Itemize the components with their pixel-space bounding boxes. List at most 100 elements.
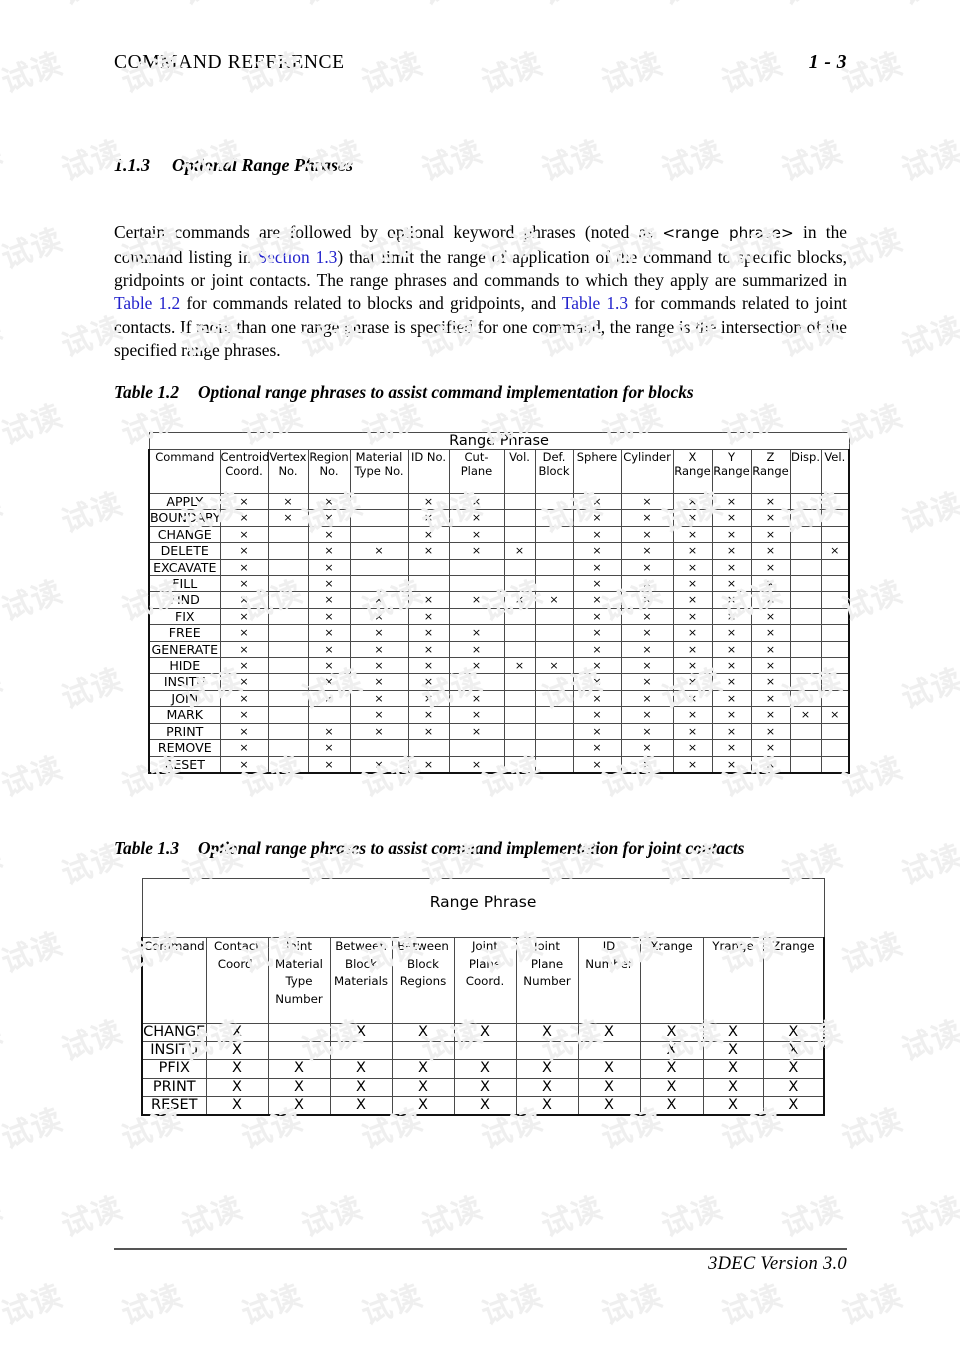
support-mark-cell: X [267,1077,331,1097]
command-name-cell: DELETE [148,542,221,560]
support-mark-cell: X [267,1059,331,1079]
support-mark-cell: × [711,525,752,544]
support-mark-cell: × [620,706,674,724]
empty-cell [267,689,309,708]
support-mark-cell: X [205,1022,269,1043]
column-header-command: Command [148,449,221,494]
support-mark-cell: X [453,1095,517,1116]
empty-cell [820,509,851,527]
empty-cell [534,492,574,511]
support-mark-cell: × [672,542,713,560]
support-mark-cell: × [407,624,450,642]
support-mark-cell: × [349,689,409,708]
empty-cell [534,525,574,544]
table-row: EXCAVATE × × × × × × × [148,558,851,577]
support-mark-cell: × [572,722,622,741]
empty-cell [503,575,536,593]
support-mark-cell: × [307,525,351,544]
table-1-2-body: APPLY × × × × × × × × × × BOUNDARY × × × × × × × × × × CHANGE ×… [148,492,851,774]
column-header-line: Joint [533,939,561,953]
empty-cell [503,509,536,527]
column-header-line: Range [674,464,711,479]
support-mark-cell: X [762,1022,826,1043]
support-mark-cell: × [672,722,713,741]
support-mark-cell: × [572,558,622,577]
table-1-3: Range Phrase Command Contact Coord. Joint Ma… [141,878,826,1117]
support-mark-cell: × [503,591,536,609]
link-table-1-2[interactable]: Table 1.2 [114,293,180,313]
empty-cell [534,542,574,560]
support-mark-cell: × [620,607,674,626]
command-name-cell: RESET [148,755,221,774]
support-mark-cell: × [572,755,622,774]
support-mark-cell: × [349,591,409,609]
support-mark-cell: × [503,542,536,560]
column-header-x-range: X Range [672,449,713,494]
support-mark-cell: × [711,624,752,642]
support-mark-cell: × [307,640,351,659]
empty-cell [307,706,351,724]
support-mark-cell: × [503,657,536,675]
table-row: REMOVE × × × × × × × [148,739,851,757]
empty-cell [349,739,409,757]
section-heading: 1.1.3 Optional Range Phrases [114,155,847,176]
empty-cell [789,689,822,708]
link-table-1-3[interactable]: Table 1.3 [562,293,628,313]
range-phrase-code: <range phrase> [662,224,794,243]
column-header-line: Cylinder [623,450,671,464]
table-1-3-group-header-row: Range Phrase [141,878,825,938]
column-header-line: X [688,450,697,464]
support-mark-cell: × [711,640,752,659]
support-mark-cell: × [572,492,622,511]
support-mark-cell: X [577,1095,641,1116]
support-mark-cell: × [711,657,752,675]
support-mark-cell: × [750,624,791,642]
column-header-line: ID No. [411,450,446,464]
column-header-line: Regions [399,974,447,989]
support-mark-cell: × [307,673,351,691]
support-mark-cell: × [307,624,351,642]
support-mark-cell: X [577,1022,641,1043]
support-mark-cell: X [391,1095,455,1116]
support-mark-cell: × [572,689,622,708]
link-section-1-3[interactable]: Section 1.3 [258,247,338,267]
column-header-line: Disp. [791,450,820,464]
empty-cell [267,542,309,560]
support-mark-cell: × [672,624,713,642]
empty-cell [534,607,574,626]
empty-cell [503,624,536,642]
support-mark-cell: × [307,591,351,609]
table-row: DELETE × × × × × × × × × × × × [148,542,851,560]
column-header-line: Joint [285,939,313,953]
column-header-line: Xrange [650,939,693,953]
column-header-line: Vel. [824,450,846,464]
empty-cell [407,575,450,593]
empty-cell [267,591,309,609]
support-mark-cell: × [572,706,622,724]
support-mark-cell: × [672,640,713,659]
support-mark-cell: × [307,509,351,527]
document-page: COMMAND REFERENCE 1 - 3 1.1.3 Optional Ra… [0,0,960,1357]
support-mark-cell: × [307,575,351,593]
support-mark-cell: × [534,591,574,609]
support-mark-cell: × [620,575,674,593]
support-mark-cell: × [219,509,269,527]
para-text-4: for commands related to blocks and gridp… [180,293,562,314]
support-mark-cell: × [620,509,674,527]
support-mark-cell: × [672,509,713,527]
support-mark-cell: × [448,624,505,642]
support-mark-cell: × [307,657,351,675]
column-header-vertex-no: Vertex No. [267,449,309,494]
column-header-y-range: Y Range [711,449,752,494]
support-mark-cell: × [448,722,505,741]
support-mark-cell: × [307,542,351,560]
empty-cell [534,706,574,724]
support-mark-cell: × [307,558,351,577]
support-mark-cell: X [329,1095,393,1116]
empty-cell [789,755,822,774]
support-mark-cell: × [219,591,269,609]
empty-cell [503,722,536,741]
column-header-line: Z [766,450,775,464]
section-number: 1.1.3 [114,155,150,175]
column-header-line: Centroid [220,450,270,464]
